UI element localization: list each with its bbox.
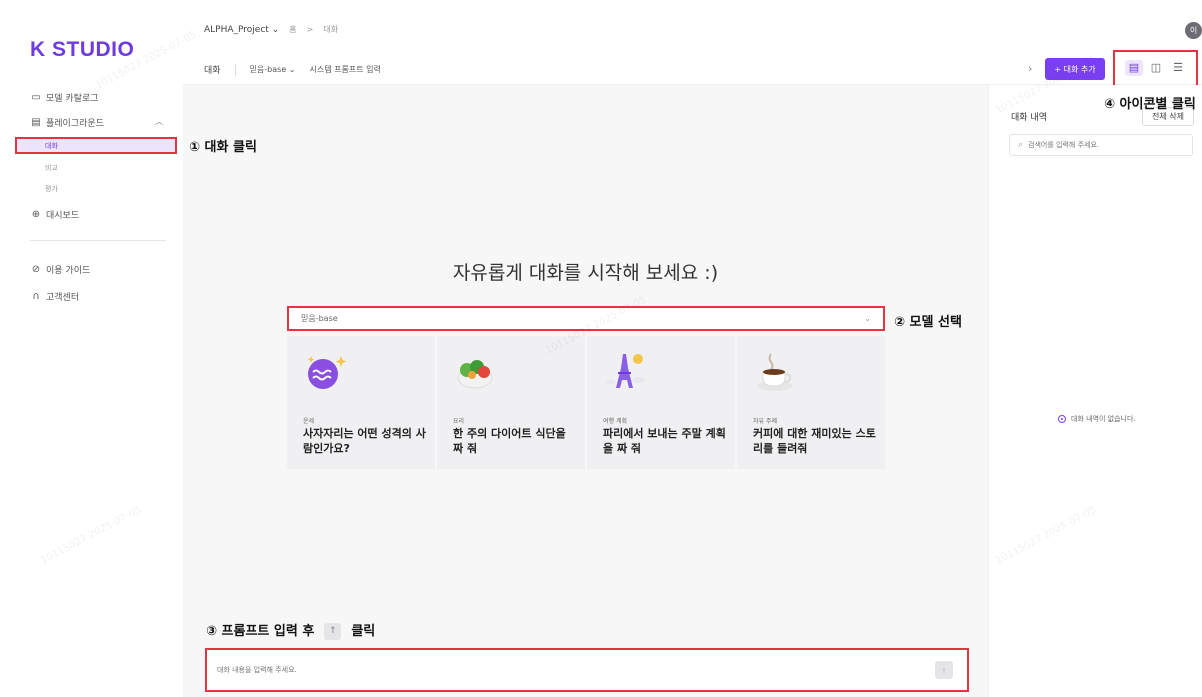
empty-history-text: 대화 내역이 없습니다. [1071, 415, 1136, 423]
card-text: 사자자리는 어떤 성격의 사람인가요? [303, 427, 426, 455]
sidebar: K STUDIO ▭ 모델 카탈로그 ▤ 플레이그라운드 ︿ 대화 비교 평가 … [0, 0, 183, 697]
sidebar-item-label: 대시보드 [46, 211, 80, 221]
sidebar-item-playground[interactable]: ▤ 플레이그라운드 [30, 116, 104, 129]
chat-bubbles-icon: ▤ [31, 117, 41, 128]
settings-sliders-icon[interactable]: ☰ [1169, 60, 1187, 76]
app-logo[interactable]: K STUDIO [30, 38, 134, 62]
suggestion-card[interactable]: 운세 사자자리는 어떤 성격의 사람인가요? [287, 336, 435, 469]
salad-bowl-icon [457, 360, 493, 389]
chevron-down-icon: ⌄ [288, 65, 296, 74]
breadcrumb-current: 대화 [323, 25, 339, 34]
breadcrumb-home[interactable]: 홈 [289, 24, 296, 35]
sidebar-item-dashboard[interactable]: ⊕ 대시보드 [30, 208, 79, 221]
sidebar-item-support[interactable]: ∩ 고객센터 [30, 290, 79, 303]
arrow-up-icon: ↑ [941, 665, 947, 675]
sidebar-item-label: 이용 가이드 [46, 266, 91, 276]
project-selector[interactable]: ALPHA_Project ⌄ [204, 25, 279, 35]
model-select-value: 믿음-base [301, 314, 338, 323]
annotation-step1: ① 대화 클릭 [189, 140, 257, 155]
card-text: 커피에 대한 재미있는 스토리를 들려줘 [753, 427, 876, 455]
aquarius-zodiac-icon [307, 356, 347, 389]
chevron-up-icon[interactable]: ︿ [155, 116, 163, 127]
sidebar-divider [30, 240, 166, 241]
card-text: 파리에서 보내는 주말 계획을 짜 줘 [603, 427, 726, 455]
chevron-down-icon: ⌄ [271, 24, 280, 35]
chat-history-panel [988, 85, 1202, 697]
help-circle-icon: ⊘ [31, 264, 41, 275]
annotation-step2: ② 모델 선택 [894, 315, 962, 330]
headset-icon: ∩ [32, 291, 40, 302]
sidebar-item-guide[interactable]: ⊘ 이용 가이드 [30, 263, 90, 276]
dashboard-icon: ⊕ [31, 209, 41, 220]
breadcrumb: ALPHA_Project ⌄ 홈 > 대화 [204, 24, 338, 35]
breadcrumb-separator: > [306, 25, 314, 34]
arrow-up-icon: ↑ [324, 623, 342, 640]
send-button[interactable]: ↑ [935, 661, 953, 679]
history-search[interactable]: ⌕ [1009, 134, 1193, 156]
search-icon: ⌕ [1018, 140, 1024, 150]
catalog-icon: ▭ [31, 92, 41, 103]
suggestion-card[interactable]: 여행 계획 파리에서 보내는 주말 계획을 짜 줘 [587, 336, 735, 469]
sidebar-item-label: 플레이그라운드 [46, 119, 104, 129]
eiffel-tower-icon [606, 354, 645, 388]
avatar[interactable]: 이 [1185, 22, 1202, 39]
card-category: 요리 [453, 418, 465, 425]
model-dropdown[interactable]: 믿음-base ⌄ [250, 64, 296, 75]
card-category: 운세 [303, 418, 315, 425]
chat-toolbar: 대화 믿음-base ⌄ 시스템 프롬프트 입력 [204, 63, 381, 76]
coffee-cup-icon [757, 353, 793, 391]
suggestion-cards: 운세 사자자리는 어떤 성격의 사람인가요? 요리 한 주의 다이어트 식단을 … [287, 336, 885, 469]
card-text: 한 주의 다이어트 식단을 짜 줘 [453, 427, 566, 455]
card-category: 자유 주제 [753, 418, 777, 425]
sidebar-subitem-chat[interactable]: 대화 [45, 141, 58, 151]
empty-history: 대화 내역이 없습니다. [1058, 414, 1136, 424]
system-prompt-input[interactable]: 시스템 프롬프트 입력 [310, 64, 381, 75]
tab-divider [234, 63, 236, 76]
hero-title: 자유롭게 대화를 시작해 보세요 :) [452, 262, 719, 284]
annotation-step4: ④ 아이콘별 클릭 [1104, 97, 1196, 112]
sidebar-subitem-chat-highlight [15, 137, 177, 154]
suggestion-card[interactable]: 자유 주제 커피에 대한 재미있는 스토리를 들려줘 [737, 336, 885, 469]
tab-chat[interactable]: 대화 [204, 63, 221, 76]
prompt-input[interactable] [217, 666, 817, 674]
sidebar-subitem-eval[interactable]: 평가 [45, 184, 58, 194]
chat-history-title: 대화 내역 [1011, 113, 1047, 123]
chevron-right-icon[interactable]: › [1028, 62, 1032, 75]
chat-history-icon[interactable]: ▤ [1125, 60, 1143, 76]
card-category: 여행 계획 [603, 418, 627, 425]
suggestion-card[interactable]: 요리 한 주의 다이어트 식단을 짜 줘 [437, 336, 585, 469]
chevron-down-icon: ⌄ [864, 314, 871, 323]
prompt-box: ↑ [205, 648, 969, 692]
compare-icon[interactable]: ◫ [1147, 60, 1165, 76]
history-search-input[interactable] [1028, 141, 1179, 149]
annotation-step3: ③ 프롬프트 입력 후 ↑ 클릭 [206, 623, 376, 640]
sidebar-subitem-compare[interactable]: 비교 [45, 163, 58, 173]
sidebar-item-model-catalog[interactable]: ▭ 모델 카탈로그 [30, 91, 99, 104]
info-icon [1058, 415, 1066, 423]
sidebar-item-label: 고객센터 [46, 293, 80, 303]
sidebar-item-label: 모델 카탈로그 [46, 94, 99, 104]
